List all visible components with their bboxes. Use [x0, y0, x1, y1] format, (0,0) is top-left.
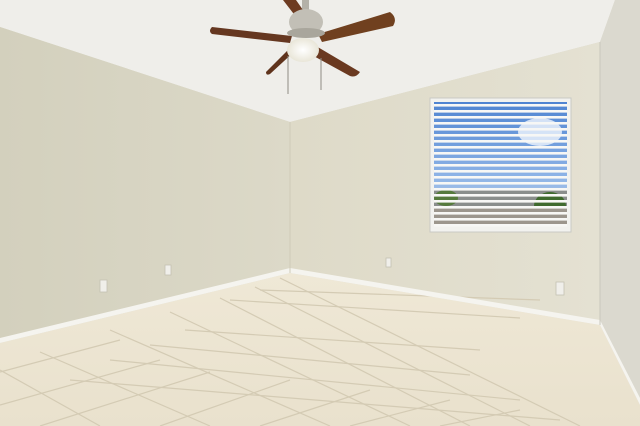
- blind-slat: [434, 182, 567, 185]
- window: [429, 97, 572, 233]
- blind-slat: [434, 170, 567, 173]
- blind-slat: [434, 122, 567, 125]
- outlet-left-2: [164, 264, 172, 276]
- blind-slat: [434, 146, 567, 149]
- blind-slat: [434, 188, 567, 191]
- blind-slat: [434, 212, 567, 215]
- outlet-left-1: [99, 279, 108, 293]
- blind-slat: [434, 194, 567, 197]
- outlet-back-2: [555, 281, 565, 296]
- blind-slat: [434, 152, 567, 155]
- tree-foliage-2: [434, 190, 458, 206]
- ground-view: [434, 208, 567, 226]
- blind-slat: [434, 218, 567, 221]
- blind-slat: [434, 128, 567, 131]
- blind-slat: [434, 176, 567, 179]
- outlet-back-1: [385, 257, 392, 268]
- blind-slat: [434, 134, 567, 137]
- fan-light-globe: [287, 38, 319, 62]
- blind-slat: [434, 104, 567, 107]
- blind-slat: [434, 164, 567, 167]
- blind-slat: [434, 140, 567, 143]
- blind-slat: [434, 158, 567, 161]
- fan-motor-trim: [287, 28, 325, 38]
- room-photo: [0, 0, 640, 426]
- blind-slat: [434, 206, 567, 209]
- blind-slat: [434, 200, 567, 203]
- blind-slat: [434, 224, 567, 227]
- window-blinds: [434, 104, 567, 227]
- blind-slat: [434, 110, 567, 113]
- blind-slat: [434, 116, 567, 119]
